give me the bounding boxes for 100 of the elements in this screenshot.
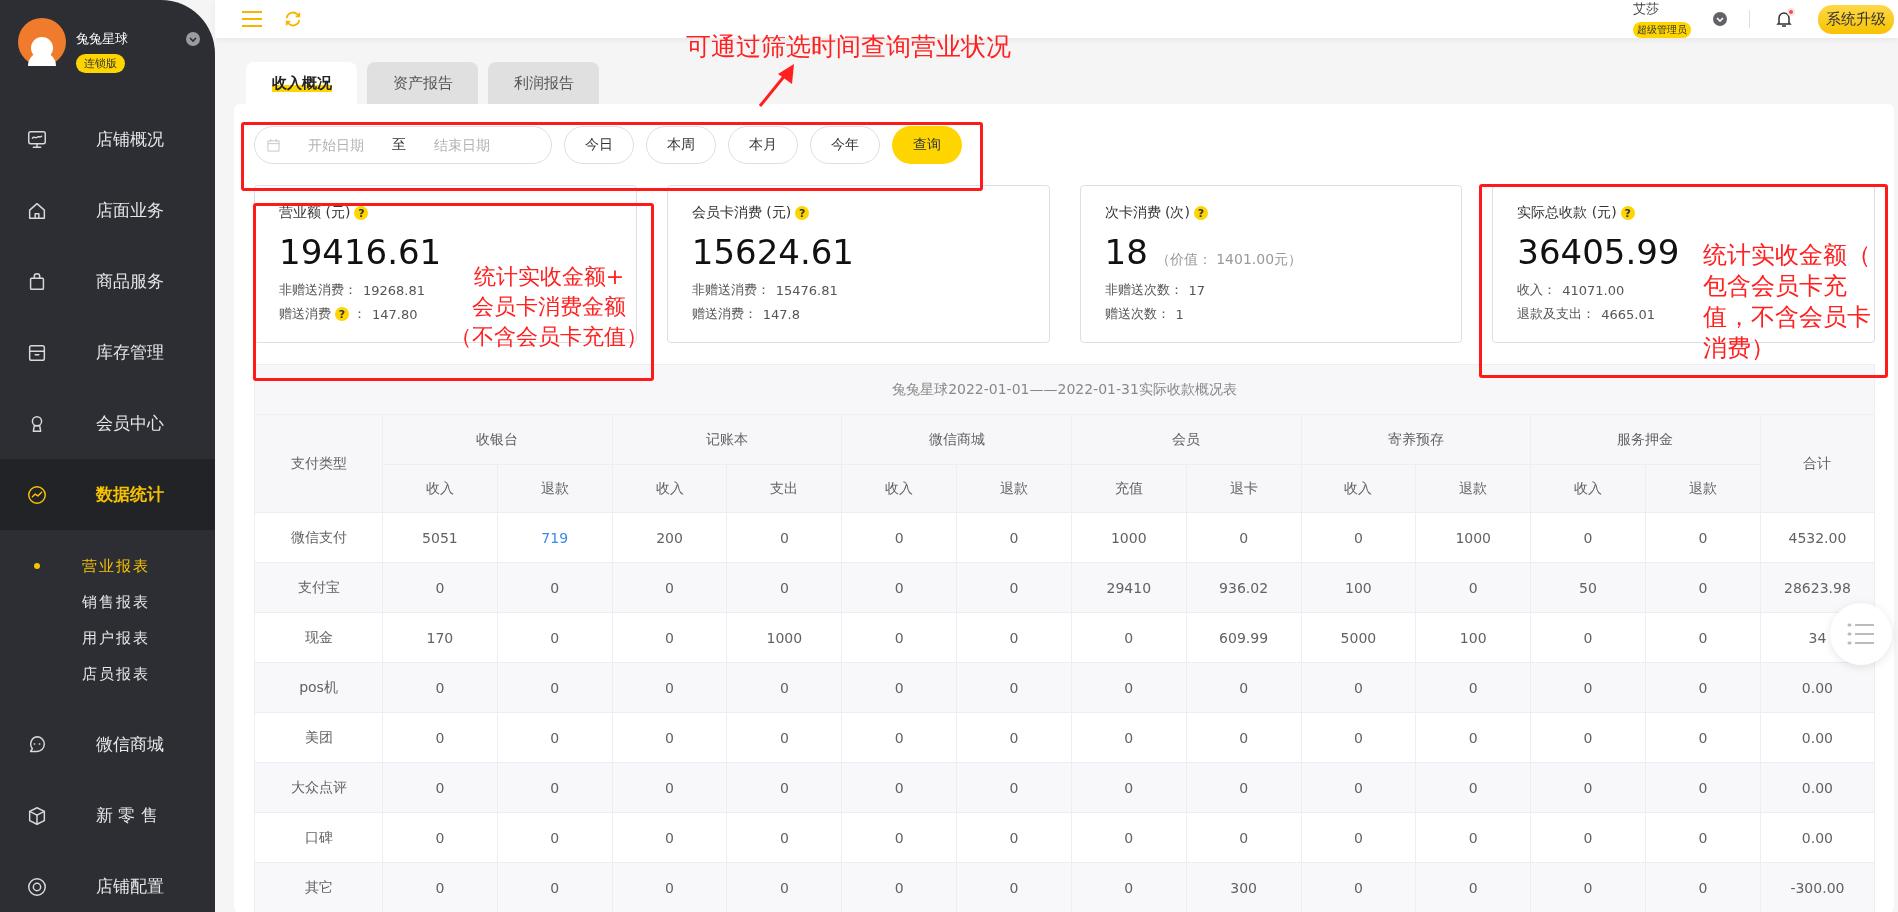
menu-item[interactable]: 库存管理 — [0, 317, 215, 388]
chevron-down-icon[interactable] — [186, 32, 200, 46]
table-cell: 0 — [1186, 762, 1301, 813]
table-cell: 0 — [1645, 862, 1761, 912]
upgrade-button[interactable]: 系统升级 — [1818, 4, 1894, 34]
calendar-icon — [267, 138, 280, 152]
tab[interactable]: 利润报告 — [488, 62, 599, 104]
table-cell: 0 — [1415, 862, 1531, 912]
column-header: 收入 — [382, 464, 498, 513]
table-cell: 0 — [1186, 712, 1301, 763]
period-button[interactable]: 今日 — [564, 126, 634, 164]
help-icon[interactable]: ? — [795, 206, 810, 220]
table-cell: 0 — [1301, 662, 1416, 713]
table-cell: 0.00 — [1760, 662, 1875, 713]
table-cell: 0 — [612, 712, 727, 763]
detail-value: 17 — [1188, 282, 1206, 298]
card-value: 15624.61 — [691, 232, 854, 272]
table-cell: 0 — [726, 562, 842, 613]
table-cell: 0 — [1301, 812, 1416, 863]
table-cell: 0 — [382, 662, 498, 713]
detail-value: 15476.81 — [775, 282, 838, 298]
table-cell: 0 — [956, 812, 1072, 863]
table-cell: 300 — [1186, 862, 1301, 912]
table-cell: 5051 — [382, 512, 498, 563]
table-cell: 170 — [382, 612, 498, 663]
table-cell: 0 — [382, 712, 498, 763]
menu-icon — [26, 483, 48, 506]
table-cell: 0 — [1530, 862, 1646, 912]
card-value: 19416.61 — [279, 232, 442, 272]
chevron-down-icon[interactable] — [1713, 12, 1727, 26]
table-cell: 0 — [1301, 862, 1416, 912]
menu-item[interactable]: 店铺配置 — [0, 851, 215, 912]
submenu-item[interactable]: 营业报表 — [0, 548, 215, 584]
table-cell: 0 — [1301, 512, 1416, 563]
column-header: 收入 — [1301, 464, 1416, 513]
detail-label: 赠送消费： — [691, 305, 757, 323]
detail-value: 19268.81 — [363, 282, 426, 298]
table-cell: 0 — [726, 862, 842, 912]
submenu-item[interactable]: 店员报表 — [0, 656, 215, 692]
table-cell: 0 — [1301, 762, 1416, 813]
table-title: 兔兔星球2022-01-01——2022-01-31实际收款概况表 — [254, 364, 1875, 415]
column-header: 寄养预存 — [1301, 414, 1531, 465]
menu-item[interactable]: 新 零 售 — [0, 780, 215, 851]
amount-link[interactable]: 719 — [497, 512, 613, 563]
table-cell: 0 — [612, 612, 727, 663]
column-header: 合计 — [1760, 414, 1875, 513]
table-cell: 0 — [1530, 812, 1646, 863]
table-cell: 0 — [1071, 662, 1187, 713]
table-cell: 0 — [841, 662, 957, 713]
card-title: 营业额 (元) — [279, 204, 351, 222]
table-cell: 4532.00 — [1760, 512, 1875, 563]
table-cell: 0 — [841, 812, 957, 863]
detail-value: 41071.00 — [1562, 282, 1625, 298]
table-cell: 0 — [497, 812, 613, 863]
annotation-text: 可通过筛选时间查询营业状况 — [686, 31, 1011, 63]
range-separator: 至 — [392, 136, 406, 154]
table-cell: 0 — [841, 862, 957, 912]
menu-item[interactable]: 店面业务 — [0, 175, 215, 246]
column-header: 收入 — [612, 464, 727, 513]
table-cell: 0 — [1645, 562, 1761, 613]
column-header: 退款 — [1415, 464, 1531, 513]
tab[interactable]: 资产报告 — [367, 62, 478, 104]
column-header: 收银台 — [382, 414, 613, 465]
help-icon[interactable]: ? — [335, 307, 349, 321]
table-cell: 0 — [956, 862, 1072, 912]
table-cell: 0 — [1415, 712, 1531, 763]
table-cell: 0 — [841, 562, 957, 613]
menu-item[interactable]: 会员中心 — [0, 388, 215, 459]
table-cell: 0 — [841, 712, 957, 763]
menu-item[interactable]: 数据统计 — [0, 459, 215, 530]
column-header: 退款 — [1645, 464, 1761, 513]
menu-item[interactable]: 微信商城 — [0, 709, 215, 780]
detail-value: 1 — [1175, 306, 1184, 322]
start-date-input[interactable]: 开始日期 — [288, 136, 384, 154]
table-cell: 0 — [612, 762, 727, 813]
table-cell: 0 — [612, 812, 727, 863]
table-cell: -300.00 — [1760, 862, 1875, 912]
table-cell: 0 — [726, 812, 842, 863]
card-note: （价值： 1401.00元） — [1155, 251, 1303, 269]
query-button[interactable]: 查询 — [892, 126, 962, 164]
menu-icon — [26, 875, 48, 898]
table-cell: 936.02 — [1186, 562, 1301, 613]
table-cell: 5000 — [1301, 612, 1416, 663]
detail-label: 赠送消费 — [279, 305, 331, 323]
period-button[interactable]: 本月 — [728, 126, 798, 164]
table-cell: 0 — [726, 662, 842, 713]
end-date-input[interactable]: 结束日期 — [414, 136, 510, 154]
help-icon[interactable]: ? — [1620, 206, 1635, 220]
table-cell: 0 — [956, 662, 1072, 713]
period-button[interactable]: 本周 — [646, 126, 716, 164]
submenu-item[interactable]: 用户报表 — [0, 620, 215, 656]
menu-item[interactable]: 店铺概况 — [0, 104, 215, 175]
help-icon[interactable]: ? — [1193, 206, 1208, 220]
table-cell: 0 — [1645, 662, 1761, 713]
help-icon[interactable]: ? — [354, 206, 369, 220]
menu-item[interactable]: 商品服务 — [0, 246, 215, 317]
column-header: 记账本 — [612, 414, 842, 465]
submenu-item[interactable]: 销售报表 — [0, 584, 215, 620]
period-button[interactable]: 今年 — [810, 126, 880, 164]
table-cell: 100 — [1415, 612, 1531, 663]
